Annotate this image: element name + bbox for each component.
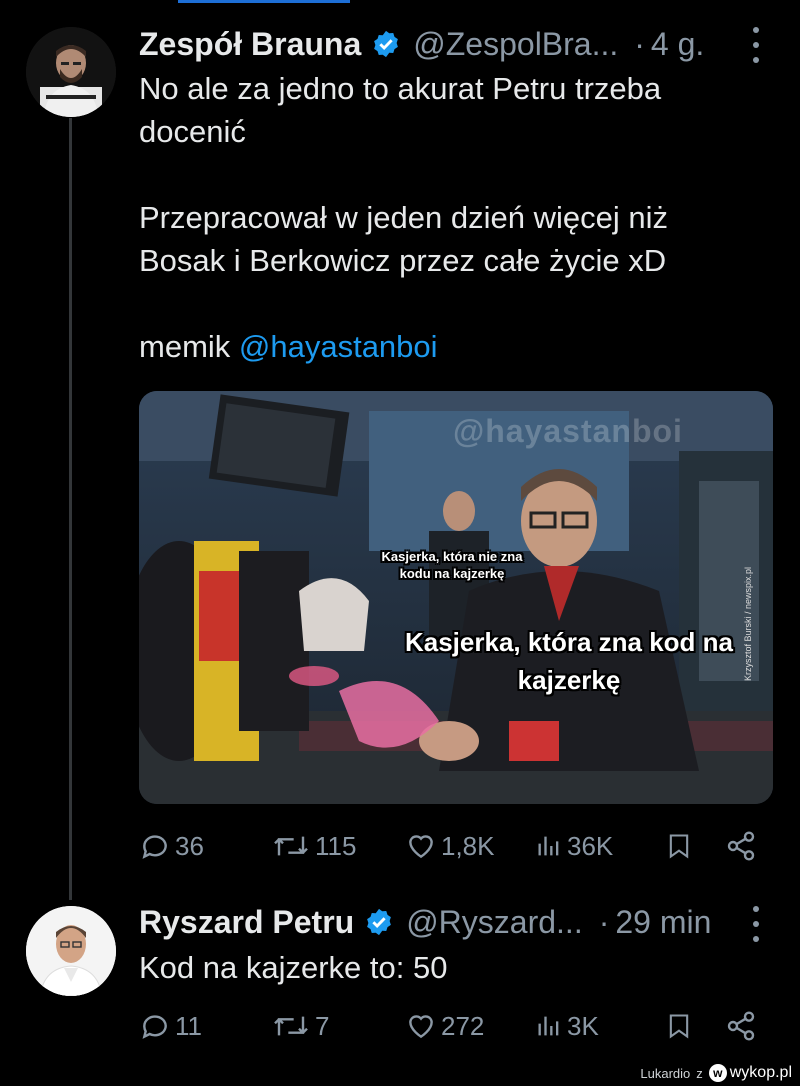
bookmark-button[interactable] <box>665 826 693 866</box>
repost-count: 115 <box>315 830 357 861</box>
tweet-line: docenić <box>139 114 246 149</box>
author-name[interactable]: Ryszard Petru <box>139 904 354 941</box>
tweet-line: No ale za jedno to akurat Petru trzeba <box>139 71 662 106</box>
reply-count: 11 <box>175 1010 202 1041</box>
reply-button[interactable]: 11 <box>139 1006 202 1046</box>
repost-button[interactable]: 115 <box>271 826 356 866</box>
like-button[interactable]: 272 <box>405 1006 484 1046</box>
reply-icon <box>142 835 167 859</box>
bookmark-button[interactable] <box>665 1006 693 1046</box>
like-icon <box>409 835 433 859</box>
tweet-time[interactable]: 29 min <box>615 904 711 941</box>
views-icon <box>538 1016 559 1036</box>
separator-dot: · <box>598 903 610 940</box>
more-options-icon[interactable] <box>748 27 764 63</box>
avatar-ryszard-petru[interactable] <box>26 906 116 996</box>
tweet-line: Kod na kajzerke to: 50 <box>139 950 448 985</box>
repost-count: 7 <box>315 1010 330 1041</box>
meme-caption-big: Kasjerka, która zna kod na kajzerkę <box>404 627 734 695</box>
tweet-actions: 11 7 272 3K <box>139 1006 769 1046</box>
repost-icon <box>274 836 308 856</box>
tweet-media-image[interactable]: @hayastanboi Kasjerka, która nie zna kod… <box>139 391 773 804</box>
reply-count: 36 <box>175 830 204 861</box>
view-count: 36K <box>567 830 614 861</box>
verified-badge-icon <box>364 907 394 937</box>
repost-icon <box>274 1016 308 1036</box>
tweet-header: Ryszard Petru @Ryszard... · 29 min <box>139 902 711 942</box>
views-button[interactable]: 3K <box>535 1006 599 1046</box>
views-button[interactable]: 36K <box>535 826 613 866</box>
media-watermark: @hayastanboi <box>453 413 683 449</box>
reply-icon <box>142 1015 167 1039</box>
wykop-footer: Lukardio z w wykop.pl <box>640 1062 792 1084</box>
tweet-actions: 36 115 1,8K 36K <box>139 826 769 866</box>
views-icon <box>538 836 559 856</box>
wykop-logo[interactable]: w wykop.pl <box>708 1064 792 1082</box>
separator-dot: · <box>634 25 645 62</box>
share-icon <box>727 1011 755 1041</box>
top-progress-bar <box>178 0 350 3</box>
bookmark-icon <box>669 834 689 859</box>
tweet-line: Bosak i Berkowicz przez całe życie xD <box>139 243 667 278</box>
author-handle[interactable]: @Ryszard... <box>406 904 583 941</box>
share-icon <box>727 831 755 861</box>
meme-caption-small: Kasjerka, która nie zna kodu na kajzerkę <box>381 549 523 581</box>
wykop-logo-icon: w <box>708 1064 727 1082</box>
like-count: 1,8K <box>441 830 495 861</box>
like-button[interactable]: 1,8K <box>405 826 495 866</box>
bookmark-icon <box>669 1014 689 1039</box>
repost-button[interactable]: 7 <box>271 1006 329 1046</box>
more-options-icon[interactable] <box>748 906 764 942</box>
mention-line: memik @hayastanboi <box>139 325 668 368</box>
footer-user[interactable]: Lukardio <box>640 1066 690 1081</box>
footer-preposition: z <box>696 1065 703 1081</box>
like-count: 272 <box>441 1010 485 1041</box>
reply-button[interactable]: 36 <box>139 826 204 866</box>
verified-badge-icon <box>371 29 401 59</box>
avatar-zespol-brauna[interactable] <box>26 27 116 117</box>
view-count: 3K <box>567 1010 599 1041</box>
mention-prefix: memik <box>139 329 239 364</box>
mention-link[interactable]: @hayastanboi <box>239 329 438 364</box>
tweet-text: Kod na kajzerke to: 50 <box>139 946 447 989</box>
author-handle[interactable]: @ZespolBra... <box>413 26 618 63</box>
tweet-text: No ale za jedno to akurat Petru trzeba d… <box>139 67 668 368</box>
wykop-site-name: wykop.pl <box>729 1064 792 1081</box>
like-icon <box>409 1015 433 1039</box>
photo-credit: Krzysztof Burski / newspix.pl <box>743 566 753 681</box>
share-button[interactable] <box>725 826 757 866</box>
tweet-line: Przepracował w jeden dzień więcej niż <box>139 200 668 235</box>
share-button[interactable] <box>725 1006 757 1046</box>
thread-line <box>69 118 72 900</box>
author-name[interactable]: Zespół Brauna <box>139 26 361 63</box>
tweet-header: Zespół Brauna @ZespolBra... · 4 g. <box>139 24 704 64</box>
tweet-time[interactable]: 4 g. <box>651 26 704 63</box>
